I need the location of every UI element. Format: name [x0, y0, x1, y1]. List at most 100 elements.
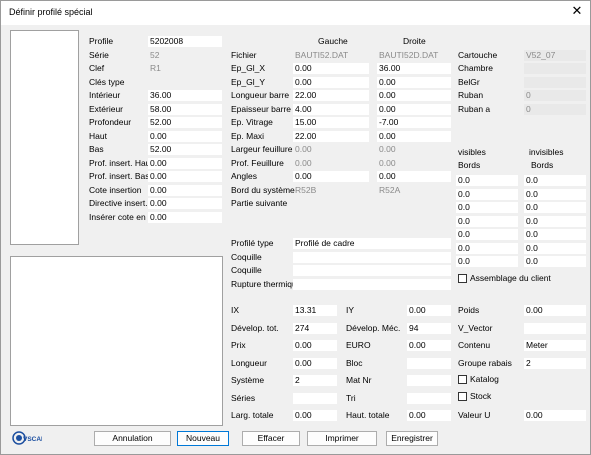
left-field-value[interactable]: 0.00: [148, 198, 222, 209]
stock-checkbox[interactable]: [458, 392, 467, 401]
mid-field-label: Partie suivante: [231, 198, 288, 208]
invisibles-value[interactable]: 0.0: [524, 229, 586, 240]
lower-field-label: Prix: [231, 340, 246, 350]
lower-field-value[interactable]: 274: [293, 322, 337, 334]
lower-field-label: Séries: [231, 392, 256, 403]
invisibles-value[interactable]: 0.0: [524, 202, 586, 213]
wide-field-value[interactable]: [293, 265, 451, 276]
lower-field-label: IY: [346, 305, 355, 315]
lower-field-value[interactable]: 0.00: [407, 340, 451, 351]
lower-right-value[interactable]: 2: [524, 357, 586, 369]
left-field-label: Bas: [89, 144, 104, 154]
lower-right-value[interactable]: 0.00: [524, 305, 586, 316]
lower-field-value[interactable]: 0.00: [407, 410, 451, 421]
gauche-value[interactable]: 4.00: [293, 103, 369, 115]
gauche-value[interactable]: 15.00: [293, 117, 369, 128]
bords-header: Bords: [458, 160, 481, 170]
gauche-value[interactable]: 0.00: [293, 63, 369, 74]
enregistrer-button[interactable]: Enregistrer: [386, 431, 438, 446]
invisibles-value[interactable]: 0.0: [524, 256, 586, 267]
window-title: Définir profilé spécial: [9, 7, 93, 17]
left-field-value[interactable]: 36.00: [148, 90, 222, 101]
right-field-label: Ruban a: [458, 103, 491, 114]
droite-value: BAUTI52D.DAT: [379, 49, 439, 60]
lower-field-value[interactable]: 2: [293, 375, 337, 386]
left-field-value[interactable]: 0.00: [148, 130, 222, 142]
lower-right-value[interactable]: Meter: [524, 340, 586, 351]
gauche-header: Gauche: [318, 36, 348, 46]
visibles-value[interactable]: 0.0: [456, 229, 518, 240]
lower-field-value[interactable]: 0.00: [293, 340, 337, 351]
visibles-value[interactable]: 0.0: [456, 256, 518, 267]
droite-value[interactable]: 0.00: [377, 103, 451, 115]
katalog-label: Katalog: [470, 374, 499, 384]
mid-field-label: Longueur barre: [231, 90, 290, 100]
nouveau-button[interactable]: Nouveau: [177, 431, 229, 446]
wide-field-label: Rupture thermique: [231, 278, 302, 289]
droite-value: 0.00: [379, 157, 396, 168]
gauche-value[interactable]: 0.00: [293, 76, 369, 88]
valeur-u-value[interactable]: 0.00: [524, 410, 586, 421]
imprimer-button[interactable]: Imprimer: [307, 431, 377, 446]
effacer-button[interactable]: Effacer: [242, 431, 300, 446]
droite-value[interactable]: 0.00: [377, 130, 451, 142]
left-field-label: Clef: [89, 63, 105, 73]
invisibles-value[interactable]: 0.0: [524, 188, 586, 200]
mid-field-label: Fichier: [231, 49, 257, 60]
visibles-value[interactable]: 0.0: [456, 215, 518, 227]
lower-right-value[interactable]: [524, 322, 586, 334]
droite-value[interactable]: 36.00: [377, 63, 451, 74]
droite-value[interactable]: -7.00: [377, 117, 451, 128]
left-field-value[interactable]: 58.00: [148, 103, 222, 115]
close-icon[interactable]: ✕: [570, 4, 584, 18]
profile-drawing-panel: [10, 256, 223, 426]
lower-field-value[interactable]: 0.00: [293, 410, 337, 421]
lower-field-value[interactable]: [407, 357, 451, 369]
visibles-value[interactable]: 0.0: [456, 242, 518, 254]
lower-field-value[interactable]: 13.31: [293, 305, 337, 316]
lower-field-label: Mat Nr: [346, 375, 372, 385]
right-field-label: BelGr: [458, 76, 480, 87]
mid-field-label: Ep_Gl_Y: [231, 76, 266, 87]
left-field-value[interactable]: 52.00: [148, 117, 222, 128]
lower-field-value[interactable]: [407, 375, 451, 386]
lower-field-value[interactable]: [407, 392, 451, 404]
left-field-label: Extérieur: [89, 103, 124, 114]
invisibles-value[interactable]: 0.0: [524, 175, 586, 186]
wide-field-value[interactable]: Profilé de cadre: [293, 238, 451, 249]
invisibles-value[interactable]: 0.0: [524, 242, 586, 254]
droite-value[interactable]: 0.00: [377, 90, 451, 101]
lower-field-value[interactable]: 0.00: [293, 357, 337, 369]
left-field-value[interactable]: 0.00: [148, 184, 222, 196]
katalog-checkbox[interactable]: [458, 375, 467, 384]
droite-value[interactable]: 0.00: [377, 76, 451, 88]
left-field-value[interactable]: 0.00: [148, 171, 222, 182]
droite-value[interactable]: 0.00: [377, 171, 451, 182]
svg-text:VSCAD: VSCAD: [23, 436, 42, 443]
left-field-label: Directive insert.: [89, 198, 148, 208]
gauche-value[interactable]: 22.00: [293, 130, 369, 142]
assemblage-checkbox[interactable]: [458, 274, 467, 283]
left-field-value[interactable]: 0.00: [148, 157, 222, 169]
mid-field-label: Bord du système: [231, 184, 295, 195]
left-field-label: Prof. insert. Bas: [89, 171, 150, 181]
left-field-value[interactable]: 52.00: [148, 144, 222, 155]
droite-value: R52A: [379, 184, 401, 195]
gauche-value[interactable]: 22.00: [293, 90, 369, 101]
wide-field-value[interactable]: [293, 251, 451, 263]
invisibles-value[interactable]: 0.0: [524, 215, 586, 227]
wide-field-value[interactable]: [293, 278, 451, 290]
lower-field-value[interactable]: [293, 392, 337, 404]
visibles-value[interactable]: 0.0: [456, 175, 518, 186]
visibles-value[interactable]: 0.0: [456, 202, 518, 213]
lower-field-label: IX: [231, 305, 240, 315]
lower-field-value[interactable]: 0.00: [407, 305, 451, 316]
visibles-value[interactable]: 0.0: [456, 188, 518, 200]
lower-field-value[interactable]: 94: [407, 322, 451, 334]
annulation-button[interactable]: Annulation: [94, 431, 171, 446]
gauche-value[interactable]: 0.00: [293, 171, 369, 182]
lower-right-label: V_Vector: [458, 322, 493, 333]
left-field-value[interactable]: 5202008: [148, 36, 222, 47]
left-field-value[interactable]: 0.00: [148, 211, 222, 223]
vscad-logo: VSCAD: [12, 431, 46, 445]
